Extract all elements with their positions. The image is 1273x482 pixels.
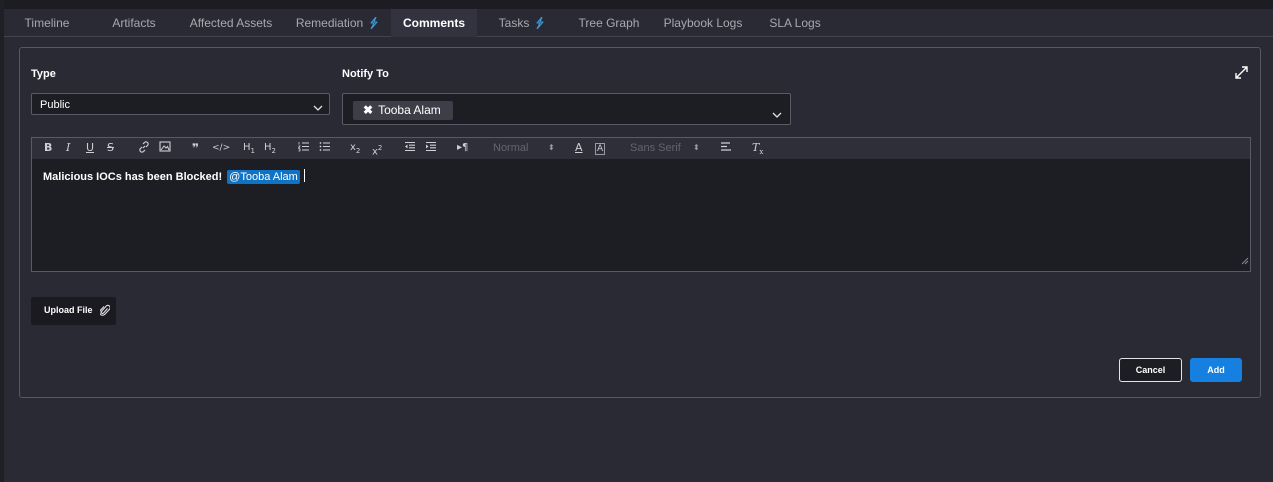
editor-content[interactable]: Malicious IOCs has been Blocked! @Tooba … xyxy=(32,159,1250,271)
heading-1-icon[interactable]: H1 xyxy=(243,141,255,158)
add-button[interactable]: Add xyxy=(1190,358,1242,382)
tab-affected-assets[interactable]: Affected Assets xyxy=(178,9,284,37)
chevron-down-icon xyxy=(772,106,782,124)
mention-tag[interactable]: @Tooba Alam xyxy=(227,170,300,184)
updown-icon: ⬍ xyxy=(693,143,700,152)
align-left-icon[interactable] xyxy=(720,141,732,156)
ordered-list-icon[interactable] xyxy=(297,141,310,156)
tab-remediation[interactable]: Remediation xyxy=(284,9,390,37)
type-select-value: Public xyxy=(40,99,70,111)
tab-timeline[interactable]: Timeline xyxy=(4,9,90,37)
cancel-button[interactable]: Cancel xyxy=(1119,358,1182,382)
text-caret xyxy=(303,169,305,182)
header-select-value: Normal xyxy=(493,142,529,154)
chevron-down-icon xyxy=(313,99,323,117)
bullet-list-icon[interactable] xyxy=(319,141,331,156)
comment-form-panel: Type Public Notify To ✖ Tooba Alam B I U … xyxy=(19,47,1261,398)
tab-label: Tasks xyxy=(498,16,530,30)
tab-label: Tree Graph xyxy=(578,16,640,30)
tab-label: Affected Assets xyxy=(189,16,273,30)
lightning-icon xyxy=(535,11,544,39)
underline-icon[interactable]: U xyxy=(86,141,94,155)
remove-chip-icon[interactable]: ✖ xyxy=(363,103,373,117)
image-icon[interactable] xyxy=(159,141,171,156)
upload-file-button[interactable]: Upload File xyxy=(31,297,116,325)
clear-format-icon[interactable]: Tx xyxy=(752,141,763,159)
tab-label: Artifacts xyxy=(112,16,156,30)
notify-to-label: Notify To xyxy=(342,68,389,80)
tab-label: Remediation xyxy=(295,16,364,30)
top-strip xyxy=(0,0,1273,9)
tab-sla-logs[interactable]: SLA Logs xyxy=(754,9,836,37)
blockquote-icon[interactable]: ❞ xyxy=(192,141,199,155)
tab-bar: Timeline Artifacts Affected Assets Remed… xyxy=(4,9,1273,37)
text-direction-icon[interactable]: ▸¶ xyxy=(457,141,468,155)
comment-text-line: Malicious IOCs has been Blocked! @Tooba … xyxy=(43,169,305,184)
font-color-icon[interactable]: A xyxy=(575,141,583,155)
left-edge xyxy=(0,0,4,482)
italic-icon[interactable]: I xyxy=(66,141,70,155)
paperclip-icon xyxy=(99,304,111,322)
superscript-icon[interactable]: x2 xyxy=(372,141,382,159)
tab-label: SLA Logs xyxy=(769,16,821,30)
font-select[interactable]: Sans Serif xyxy=(630,141,681,155)
link-icon[interactable] xyxy=(138,141,150,157)
font-select-value: Sans Serif xyxy=(630,142,681,154)
lightning-icon xyxy=(369,11,378,39)
resize-handle-icon[interactable] xyxy=(1241,252,1249,270)
comment-editor: B I U S ❞ </> H1 H2 x2 x2 ▸¶ Normal ⬍ A … xyxy=(31,137,1251,272)
comment-text: Malicious IOCs has been Blocked! xyxy=(43,171,223,183)
updown-icon: ⬍ xyxy=(548,143,555,152)
tab-artifacts[interactable]: Artifacts xyxy=(90,9,178,37)
add-button-label: Add xyxy=(1207,365,1225,375)
background-color-icon[interactable]: A xyxy=(595,143,606,155)
tab-label: Playbook Logs xyxy=(663,16,743,30)
type-select[interactable]: Public xyxy=(31,93,330,115)
header-select[interactable]: Normal xyxy=(493,141,528,155)
subscript-icon[interactable]: x2 xyxy=(350,141,360,158)
tab-comments[interactable]: Comments xyxy=(391,9,477,37)
expand-icon[interactable] xyxy=(1235,66,1248,84)
notify-chip: ✖ Tooba Alam xyxy=(353,101,453,120)
tab-label: Comments xyxy=(402,16,465,30)
tab-tasks[interactable]: Tasks xyxy=(478,9,565,37)
tab-tree-graph[interactable]: Tree Graph xyxy=(565,9,653,37)
heading-2-icon[interactable]: H2 xyxy=(264,141,276,158)
tab-playbook-logs[interactable]: Playbook Logs xyxy=(653,9,753,37)
outdent-icon[interactable] xyxy=(404,141,416,156)
strikethrough-icon[interactable]: S xyxy=(107,141,114,155)
cancel-button-label: Cancel xyxy=(1135,365,1166,375)
notify-chip-label: Tooba Alam xyxy=(378,103,441,117)
notify-to-select[interactable]: ✖ Tooba Alam xyxy=(342,93,791,125)
code-block-icon[interactable]: </> xyxy=(212,141,230,155)
upload-file-label: Upload File xyxy=(44,305,93,315)
indent-icon[interactable] xyxy=(425,141,437,156)
type-label: Type xyxy=(31,68,56,80)
editor-toolbar: B I U S ❞ </> H1 H2 x2 x2 ▸¶ Normal ⬍ A … xyxy=(32,138,1250,159)
bold-icon[interactable]: B xyxy=(44,141,52,155)
tab-label: Timeline xyxy=(24,16,70,30)
